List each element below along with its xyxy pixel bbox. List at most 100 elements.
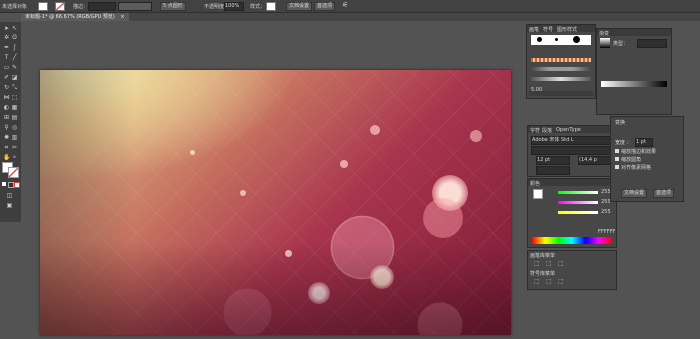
selection-status: 未选择对象 [2, 4, 28, 10]
eyedropper-icon[interactable]: ⚲ [3, 124, 10, 131]
bokeh-circle [415, 300, 465, 335]
close-icon[interactable]: × [120, 14, 124, 20]
fill-swatch[interactable] [38, 2, 48, 11]
brush-library-label: 画笔库菜单 [530, 253, 556, 259]
r-slider[interactable] [558, 191, 598, 194]
leading-field[interactable]: (14.4 p [578, 156, 612, 165]
opacity-field[interactable]: 100% [224, 2, 244, 11]
none-mode-button[interactable] [14, 182, 20, 188]
character-panel: 字符 段落 OpenType Adobe 宋体 Std L 12 pt (14.… [527, 125, 617, 177]
document-tab[interactable]: 未标题-1* @ 66.67% (RGB/GPU 预览) × [21, 13, 129, 21]
art-brush[interactable] [531, 67, 591, 71]
properties-panel: 变换 宽度 ： 1 pt 缩放描边和效果 缩放圆角 对齐像素网格 文档设置 首选… [610, 116, 684, 202]
free-transform-icon[interactable]: ⬚ [11, 94, 18, 101]
checkbox[interactable] [615, 165, 619, 169]
gradient-type-select[interactable] [637, 39, 667, 48]
stroke-width-label: 宽度 ： [615, 140, 632, 146]
library-icon[interactable]: ⬚ [534, 278, 540, 285]
artboard-tool-icon[interactable]: ⌗ [3, 144, 10, 151]
tab-gradient[interactable]: 渐变 [599, 30, 609, 37]
gradient-tool-icon[interactable]: ▤ [11, 114, 18, 121]
bokeh-dot [370, 125, 380, 135]
pattern-brush[interactable] [531, 58, 591, 62]
tab-opentype[interactable]: OpenType [556, 127, 581, 133]
tab-graphic-styles[interactable]: 图形样式 [557, 26, 577, 33]
symbol-library-label: 符号库菜单 [530, 271, 556, 277]
style-swatch[interactable] [266, 2, 276, 11]
stroke-width-field[interactable]: 1 pt [635, 138, 653, 147]
selection-tool-icon[interactable]: ➤ [3, 25, 10, 32]
tracking-field[interactable] [536, 166, 570, 175]
slice-tool-icon[interactable]: ✂ [11, 144, 18, 151]
library-icon[interactable]: ⬚ [558, 278, 564, 285]
tab-color[interactable]: 颜色 [530, 180, 540, 187]
preferences-button[interactable]: 首选项 [314, 2, 336, 11]
tab-brushes[interactable]: 画笔 [529, 26, 539, 33]
brush-definition-select[interactable]: 5 点圆形 [160, 2, 186, 11]
pencil-icon[interactable]: ✐ [3, 74, 10, 81]
mesh-tool-icon[interactable]: ⊞ [3, 114, 10, 121]
stroke-swatch[interactable] [55, 2, 65, 11]
width-tool-icon[interactable]: ⋈ [3, 94, 10, 101]
zoom-tool-icon[interactable]: ⚬ [11, 154, 18, 161]
checkbox[interactable] [615, 149, 619, 153]
gradient-slider[interactable] [601, 81, 667, 87]
stroke-label: 描边： [73, 4, 89, 10]
pen-tool-icon[interactable]: ✒ [3, 44, 10, 51]
color-spectrum[interactable] [532, 237, 612, 244]
draw-mode-icon[interactable]: ◫ [6, 192, 13, 199]
b-value[interactable]: 255 [601, 209, 611, 215]
hand-tool-icon[interactable]: ✋ [3, 154, 10, 161]
document-setup-button[interactable]: 文档设置 [621, 189, 648, 198]
magic-wand-icon[interactable]: ✲ [3, 34, 10, 41]
bokeh-circle [330, 215, 395, 280]
stroke-weight-field[interactable] [88, 2, 116, 11]
font-size-field[interactable]: 12 pt [536, 156, 570, 165]
bokeh-circle [420, 195, 466, 241]
bokeh-circle [370, 265, 394, 289]
paintbrush-icon[interactable]: ✎ [11, 64, 18, 71]
font-style-field[interactable] [531, 146, 613, 155]
symbol-sprayer-icon[interactable]: ✺ [3, 134, 10, 141]
direct-selection-tool-icon[interactable]: ↖ [11, 25, 18, 32]
preferences-button[interactable]: 首选项 [653, 189, 675, 198]
graph-tool-icon[interactable]: ▥ [11, 134, 18, 141]
line-tool-icon[interactable]: ╱ [11, 54, 18, 61]
curvature-tool-icon[interactable]: ∫ [11, 44, 18, 51]
library-panel: 画笔库菜单 ⬚ ⬚ ⬚ 符号库菜单 ⬚ ⬚ ⬚ [527, 250, 617, 290]
tab-paragraph[interactable]: 段落 [542, 127, 552, 134]
color-mode-button[interactable] [2, 182, 6, 186]
bokeh-circle [220, 285, 275, 335]
gradient-preview[interactable] [600, 38, 610, 48]
blend-tool-icon[interactable]: ◎ [11, 124, 18, 131]
scale-tool-icon[interactable]: ⤡ [11, 84, 18, 91]
checkbox-label: 缩放描边和效果 [621, 149, 657, 155]
brush-swatches[interactable] [531, 35, 591, 45]
library-icon[interactable]: ⬚ [558, 260, 564, 267]
document-setup-button[interactable]: 文档设置 [286, 2, 313, 11]
calligraphic-brush[interactable] [531, 77, 591, 81]
library-icon[interactable]: ⬚ [546, 278, 552, 285]
stroke-color-box[interactable] [8, 167, 19, 178]
library-icon[interactable]: ⬚ [546, 260, 552, 267]
screen-mode-icon[interactable]: ▣ [6, 202, 13, 209]
type-tool-icon[interactable]: T [3, 54, 10, 61]
library-icon[interactable]: ⬚ [534, 260, 540, 267]
bokeh-dot [470, 130, 482, 142]
lasso-icon[interactable]: ʘ [11, 34, 18, 41]
perspective-grid-icon[interactable]: ▦ [11, 104, 18, 111]
b-slider[interactable] [558, 211, 598, 214]
rectangle-tool-icon[interactable]: ▭ [3, 64, 10, 71]
tab-symbols[interactable]: 符号 [543, 26, 553, 33]
variable-width-field[interactable] [118, 2, 152, 11]
checkbox[interactable] [615, 157, 619, 161]
color-fill-box[interactable] [533, 189, 543, 199]
arrange-icon[interactable]: ⚟ [342, 1, 348, 9]
rotate-tool-icon[interactable]: ↻ [3, 84, 10, 91]
hex-value[interactable]: FFFFFF [598, 229, 615, 235]
eraser-icon[interactable]: ◪ [11, 74, 18, 81]
font-family-field[interactable]: Adobe 宋体 Std L [531, 136, 613, 145]
shape-builder-icon[interactable]: ◐ [3, 104, 10, 111]
g-slider[interactable] [558, 201, 598, 204]
tab-character[interactable]: 字符 [530, 127, 540, 134]
